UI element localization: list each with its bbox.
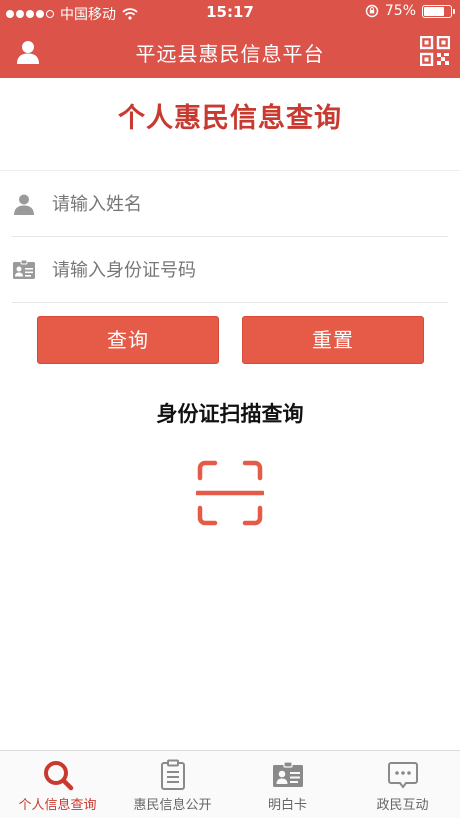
person-icon bbox=[14, 194, 34, 215]
page-title: 个人惠民信息查询 bbox=[118, 103, 342, 134]
scan-title: 身份证扫描查询 bbox=[156, 402, 304, 426]
battery-fill bbox=[424, 6, 444, 16]
field-divider bbox=[12, 302, 448, 303]
chat-bubble-icon bbox=[387, 762, 418, 789]
battery-percent: 75% bbox=[384, 3, 416, 19]
tab-personal-query[interactable]: 个人信息查询 bbox=[0, 751, 115, 818]
clipboard-icon bbox=[160, 759, 185, 790]
scan-frame-icon[interactable] bbox=[196, 460, 264, 526]
tab-label: 个人信息查询 bbox=[18, 798, 97, 813]
qr-code-icon[interactable] bbox=[420, 36, 450, 66]
search-icon bbox=[43, 761, 73, 791]
tab-public-info[interactable]: 惠民信息公开 bbox=[115, 751, 230, 818]
tab-label: 明白卡 bbox=[267, 798, 307, 813]
tab-label: 政民互动 bbox=[376, 798, 429, 813]
tab-info-card[interactable]: 明白卡 bbox=[230, 751, 345, 818]
id-card-field-icon bbox=[13, 259, 35, 279]
status-bar: 中国移动 15:17 75% bbox=[0, 0, 460, 26]
name-field-row bbox=[0, 171, 460, 237]
tab-bar: 个人信息查询 惠民信息公开 明白卡 政民互动 bbox=[0, 750, 460, 818]
nav-title: 平远县惠民信息平台 bbox=[135, 42, 325, 66]
name-input[interactable] bbox=[52, 187, 432, 221]
status-right: 75% bbox=[365, 3, 455, 19]
id-card-icon bbox=[272, 761, 303, 787]
orientation-lock-icon bbox=[365, 4, 379, 18]
tab-interaction[interactable]: 政民互动 bbox=[345, 751, 460, 818]
nav-bar: 平远县惠民信息平台 bbox=[0, 26, 460, 78]
id-number-input[interactable] bbox=[52, 253, 432, 287]
battery-icon bbox=[422, 4, 455, 18]
id-field-row bbox=[0, 237, 460, 303]
query-button[interactable]: 查询 bbox=[37, 316, 219, 364]
tab-label: 惠民信息公开 bbox=[133, 798, 212, 813]
reset-button[interactable]: 重置 bbox=[242, 316, 424, 364]
